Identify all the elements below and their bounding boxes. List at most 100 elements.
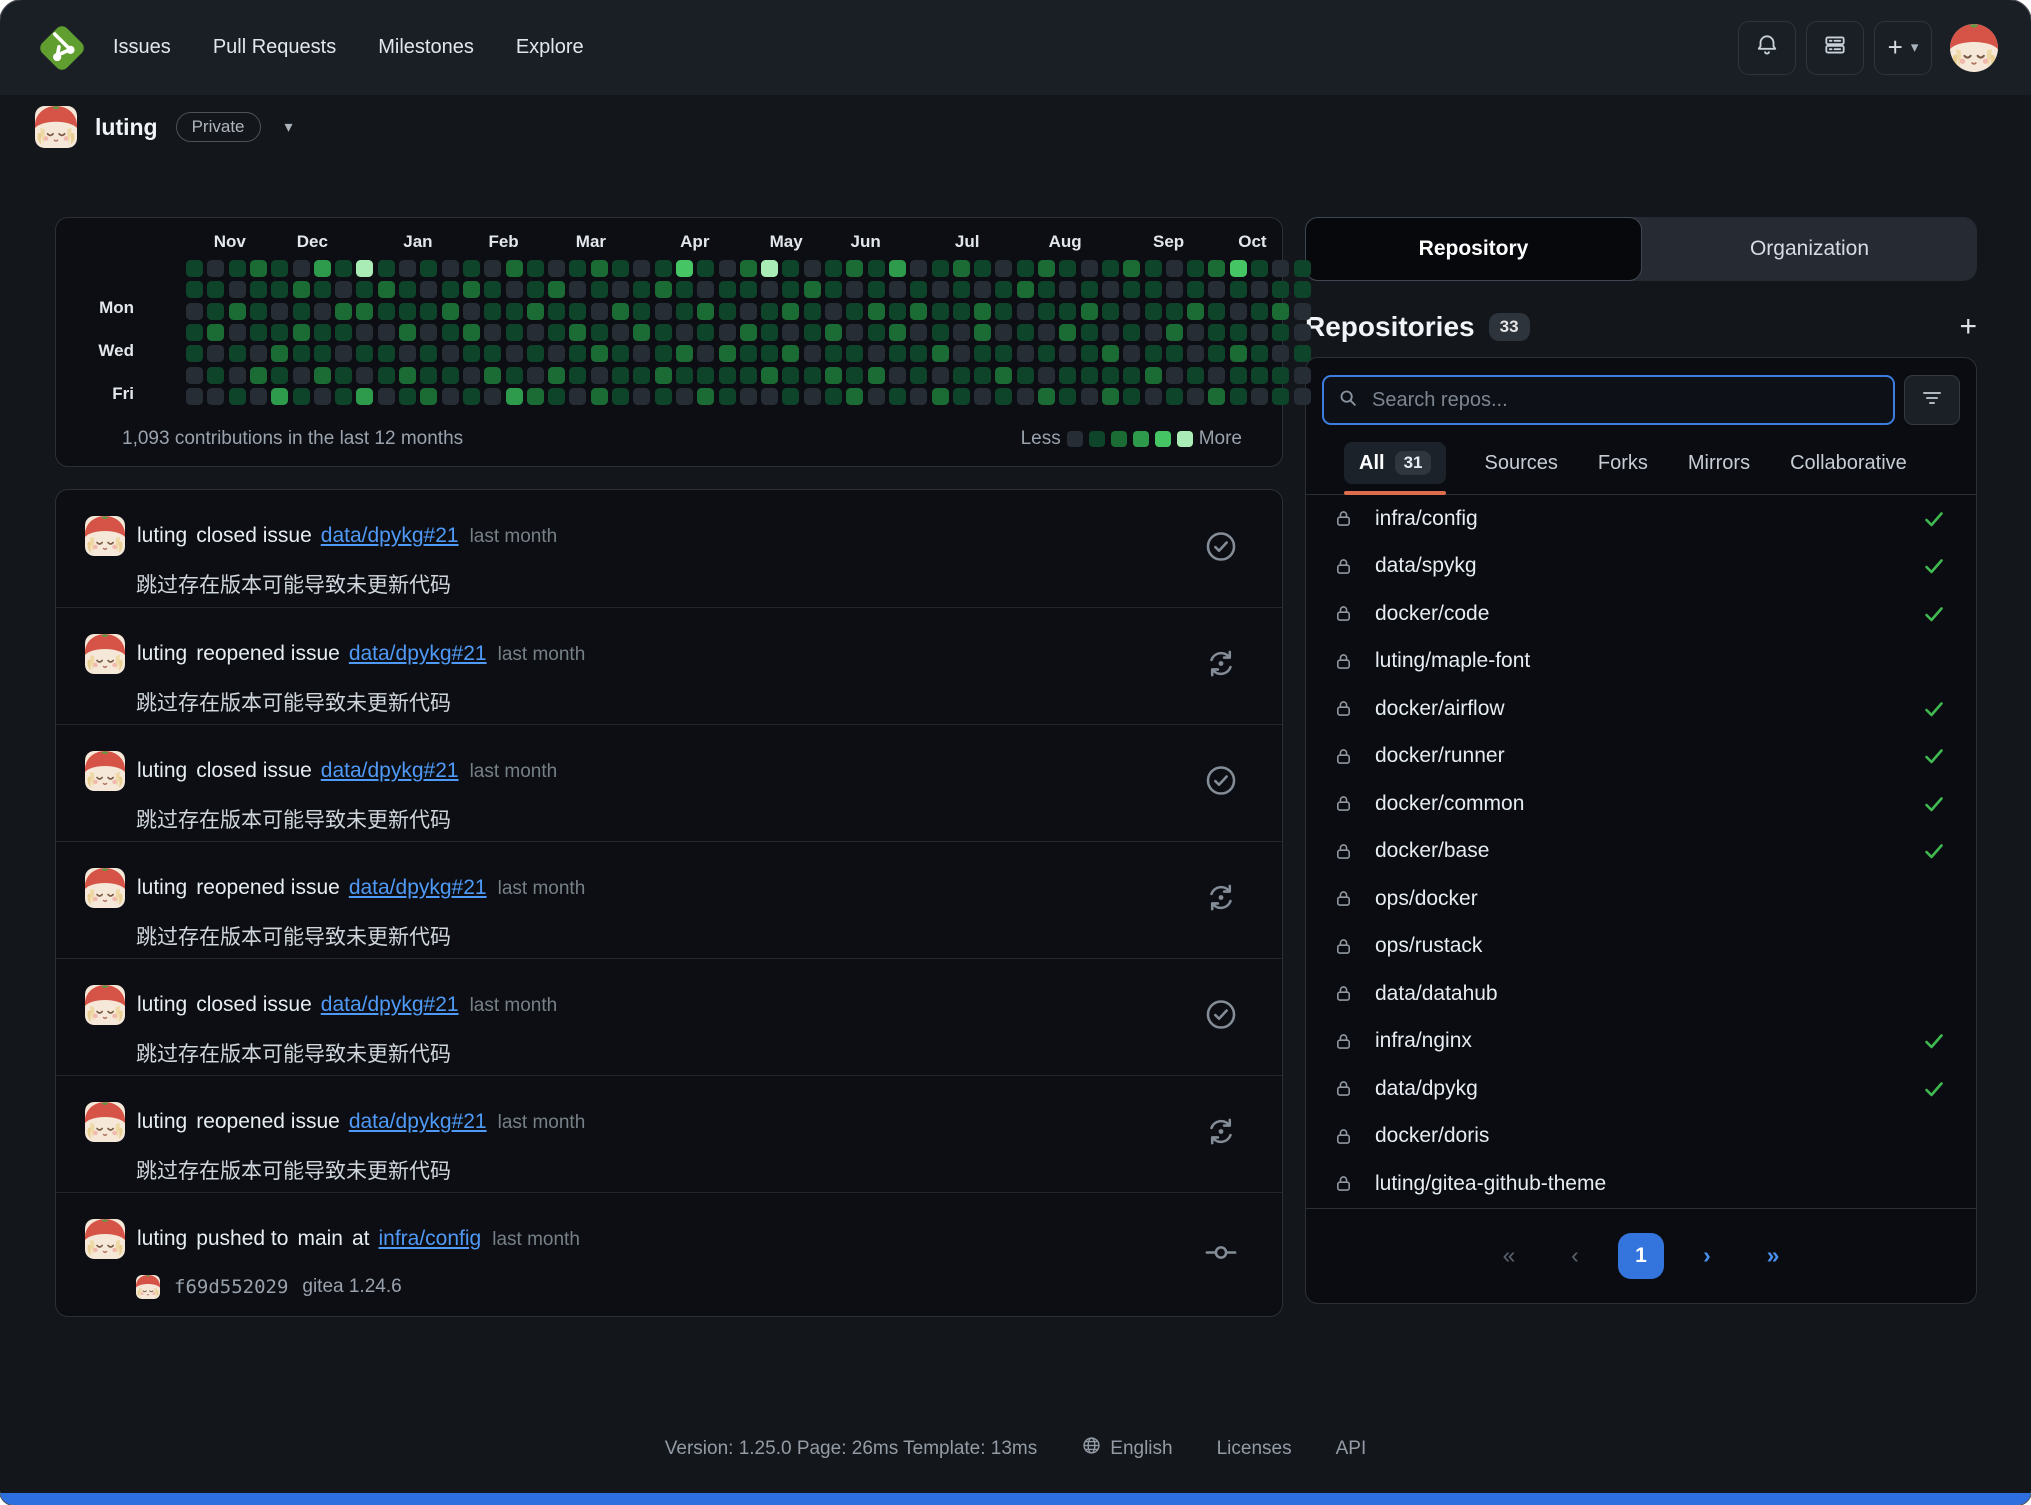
repo-row[interactable]: data/dpykg [1306, 1065, 1976, 1113]
feed-user[interactable]: luting [137, 993, 187, 1017]
repo-row[interactable]: docker/runner [1306, 733, 1976, 781]
commit-message: gitea 1.24.6 [302, 1276, 401, 1298]
repo-search-input[interactable] [1370, 388, 1880, 413]
feed-repo-link[interactable]: data/dpykg#21 [349, 1110, 487, 1134]
panel-tab-organization[interactable]: Organization [1642, 217, 1977, 281]
notifications-button[interactable] [1738, 21, 1796, 75]
heatmap-cell [889, 303, 906, 320]
language-selector[interactable]: English [1081, 1435, 1172, 1462]
heatmap-cell [1251, 281, 1268, 298]
admin-panel-button[interactable] [1806, 21, 1864, 75]
feed-repo-link[interactable]: data/dpykg#21 [321, 993, 459, 1017]
check-icon [1922, 507, 1946, 531]
repo-row[interactable]: docker/airflow [1306, 685, 1976, 733]
heatmap-cell [591, 303, 608, 320]
feed-repo-link[interactable]: data/dpykg#21 [321, 759, 459, 783]
heatmap-cell [825, 345, 842, 362]
heatmap-cell [250, 303, 267, 320]
repo-row[interactable]: docker/base [1306, 828, 1976, 876]
heatmap-cell [804, 260, 821, 277]
heatmap-cell [399, 260, 416, 277]
heatmap-cell [484, 260, 501, 277]
repo-filter-tab-sources[interactable]: Sources [1482, 443, 1559, 484]
feed-user[interactable]: luting [137, 524, 187, 548]
heatmap-cell [1187, 281, 1204, 298]
user-menu-avatar[interactable] [1950, 24, 1998, 72]
repo-filter-tab-forks[interactable]: Forks [1596, 443, 1650, 484]
main-nav: Issues Pull Requests Milestones Explore [113, 36, 584, 59]
heatmap-cell [506, 303, 523, 320]
repo-row[interactable]: luting/maple-font [1306, 638, 1976, 686]
issue-reopened-icon [1204, 1115, 1238, 1154]
heatmap-cell [868, 303, 885, 320]
heatmap-cell [186, 324, 203, 341]
heatmap-cell [953, 281, 970, 298]
heatmap-cell [676, 260, 693, 277]
heatmap-cell [335, 324, 352, 341]
heatmap-month-label: Jul [955, 232, 980, 252]
footer-link-licenses[interactable]: Licenses [1217, 1438, 1292, 1460]
pagination-button[interactable]: » [1750, 1233, 1796, 1279]
heatmap-cell [804, 324, 821, 341]
repo-row[interactable]: docker/code [1306, 590, 1976, 638]
heatmap-cell [335, 388, 352, 405]
heatmap-cell [846, 388, 863, 405]
panel-tab-repository[interactable]: Repository [1305, 217, 1642, 281]
lock-icon [1333, 651, 1354, 672]
nav-link-pull-requests[interactable]: Pull Requests [213, 36, 336, 59]
create-new-button[interactable]: + ▾ [1874, 21, 1932, 75]
repo-row[interactable]: infra/nginx [1306, 1018, 1976, 1066]
feed-user[interactable]: luting [137, 876, 187, 900]
heatmap-cell [889, 345, 906, 362]
nav-link-milestones[interactable]: Milestones [378, 36, 474, 59]
feed-user[interactable]: luting [137, 759, 187, 783]
repo-filter-tab-all[interactable]: All 31 [1344, 442, 1446, 484]
repo-row[interactable]: infra/config [1306, 495, 1976, 543]
language-label: English [1110, 1438, 1172, 1460]
avatar [85, 985, 125, 1025]
repo-filter-button[interactable] [1904, 375, 1960, 425]
heatmap-cell [804, 367, 821, 384]
heatmap-cell [1059, 281, 1076, 298]
commit-hash-link[interactable]: f69d552029 [174, 1276, 288, 1298]
feed-item-body: 跳过存在版本可能导致未更新代码 [136, 804, 1186, 834]
feed-repo-link[interactable]: infra/config [379, 1227, 482, 1251]
repo-row[interactable]: luting/gitea-github-theme [1306, 1160, 1976, 1208]
footer-link-api[interactable]: API [1336, 1438, 1367, 1460]
new-repository-button[interactable]: + [1959, 312, 1977, 342]
repo-row[interactable]: data/spykg [1306, 543, 1976, 591]
feed-repo-link[interactable]: data/dpykg#21 [349, 876, 487, 900]
heatmap-cell [1017, 388, 1034, 405]
feed-repo-link[interactable]: data/dpykg#21 [349, 642, 487, 666]
repo-row[interactable]: ops/docker [1306, 875, 1976, 923]
repo-name: docker/base [1375, 839, 1489, 863]
feed-user[interactable]: luting [137, 1227, 187, 1251]
feed-branch[interactable]: main [297, 1227, 343, 1251]
heatmap-cell [1187, 324, 1204, 341]
profile-dropdown-caret[interactable]: ▾ [285, 117, 293, 137]
gitea-logo-icon[interactable] [33, 19, 91, 77]
heatmap-cell [761, 324, 778, 341]
repo-filter-tab-mirrors[interactable]: Mirrors [1686, 443, 1752, 484]
pagination-button[interactable]: › [1684, 1233, 1730, 1279]
feed-user[interactable]: luting [137, 1110, 187, 1134]
issue-reopened-icon [1204, 647, 1238, 686]
heatmap-cell [953, 388, 970, 405]
repo-row[interactable]: docker/common [1306, 780, 1976, 828]
nav-link-explore[interactable]: Explore [516, 36, 584, 59]
repo-filter-tab-collaborative[interactable]: Collaborative [1788, 443, 1909, 484]
heatmap-cell [1123, 345, 1140, 362]
repo-row[interactable]: docker/doris [1306, 1113, 1976, 1161]
heatmap-cell [293, 260, 310, 277]
nav-link-issues[interactable]: Issues [113, 36, 171, 59]
heatmap-cell [974, 281, 991, 298]
heatmap-cell [463, 388, 480, 405]
feed-item-title: lutingreopened issuedata/dpykg#21last mo… [137, 1110, 585, 1134]
repo-row[interactable]: data/datahub [1306, 970, 1976, 1018]
heatmap-cell [719, 324, 736, 341]
feed-repo-link[interactable]: data/dpykg#21 [321, 524, 459, 548]
feed-action-text: at [352, 1227, 370, 1251]
pagination-button[interactable]: 1 [1618, 1233, 1664, 1279]
repo-row[interactable]: ops/rustack [1306, 923, 1976, 971]
feed-user[interactable]: luting [137, 642, 187, 666]
